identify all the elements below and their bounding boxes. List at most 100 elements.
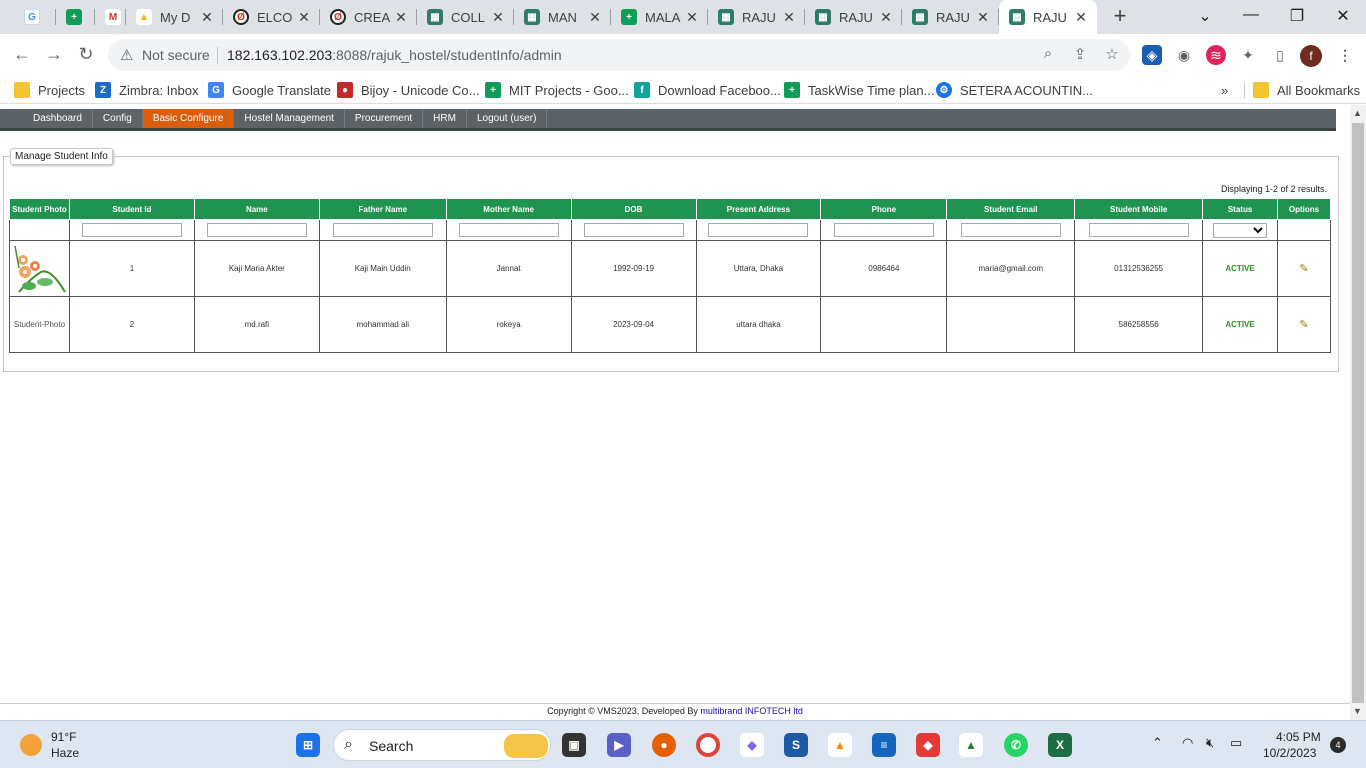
browser-tab[interactable]: + [56,0,95,34]
filter-input[interactable] [833,223,934,237]
browser-tab[interactable]: ▦ COLL ✕ [417,0,514,34]
speaker-muted-icon[interactable]: 🔇︎ [1206,735,1214,751]
close-tab-icon[interactable]: ✕ [977,9,989,26]
weather-condition[interactable]: Haze [51,746,79,760]
menu-item-procurement[interactable]: Procurement [345,109,424,128]
more-bookmarks-button[interactable]: » [1221,80,1228,100]
excel-icon[interactable]: X [1048,733,1072,757]
whatsapp-icon[interactable]: ✆ [1004,733,1028,757]
edit-pencil-icon[interactable]: ✎ [1299,319,1308,331]
close-window-button[interactable]: ✕ [1333,6,1353,26]
address-bar[interactable]: ⚠ Not secure 182.163.102.203:8088/rajuk_… [108,39,1130,71]
new-tab-button[interactable]: + [1109,5,1131,28]
filter-input[interactable] [458,223,559,237]
task-view-icon[interactable]: ▣ [562,733,586,757]
close-tab-icon[interactable]: ✕ [395,9,407,26]
clock-date[interactable]: 10/2/2023 [1263,746,1316,760]
recorder-extension-icon[interactable]: ≋ [1206,45,1226,65]
forward-button[interactable]: → [43,44,65,65]
maximize-button[interactable]: ❐ [1287,6,1307,26]
scroll-up-icon[interactable]: ▲ [1353,108,1362,118]
bookmark-star-icon[interactable]: ☆ [1102,45,1122,63]
bitwarden-extension-icon[interactable]: ◈ [1142,45,1162,65]
security-label[interactable]: Not secure [142,47,210,63]
bookmark-item[interactable]: G Google Translate [208,80,331,100]
all-bookmarks-button[interactable]: All Bookmarks [1253,80,1360,100]
weather-temperature[interactable]: 91°F [51,730,76,744]
close-tab-icon[interactable]: ✕ [492,9,504,26]
scrollbar-thumb[interactable] [1352,123,1364,703]
windows-start-icon[interactable]: ⊞ [296,733,320,757]
scroll-down-icon[interactable]: ▼ [1353,706,1362,716]
browser-tab[interactable]: ▲ My D ✕ [126,0,223,34]
close-tab-icon[interactable]: ✕ [1075,9,1087,26]
menu-item-logout-user[interactable]: Logout (user) [467,109,548,128]
page-scrollbar[interactable]: ▲ ▼ [1350,105,1366,720]
screenshot-extension-icon[interactable]: ◉ [1174,45,1194,65]
clock-time[interactable]: 4:05 PM [1276,730,1321,744]
edit-pencil-icon[interactable]: ✎ [1299,263,1308,275]
chrome-icon[interactable] [696,733,720,757]
sublime-icon[interactable]: S [784,733,808,757]
browser-menu-icon[interactable]: ⋮ [1335,45,1355,65]
browser-tab[interactable]: Ø CREA ✕ [320,0,417,34]
bookmark-item[interactable]: f Download Faceboo... [634,80,781,100]
taskbar-search-box[interactable]: ⌕ Search [333,729,551,761]
browser-tab[interactable]: + MALA ✕ [611,0,708,34]
close-tab-icon[interactable]: ✕ [589,9,601,26]
browser-tab[interactable]: M [95,0,126,34]
menu-item-basic-configure[interactable]: Basic Configure [142,109,235,128]
back-button[interactable]: ← [11,44,33,65]
close-tab-icon[interactable]: ✕ [880,9,892,26]
filter-input[interactable] [583,223,684,237]
status-filter-select[interactable] [1213,222,1268,238]
notification-badge[interactable]: 4 [1330,737,1346,753]
close-tab-icon[interactable]: ✕ [201,9,213,26]
bookmark-item[interactable]: ⚙ SETERA ACOUNTIN... [936,80,1093,100]
tab-search-icon[interactable]: ⌄ [1195,6,1215,26]
vlc-icon[interactable]: ▲ [828,733,852,757]
browser-tab[interactable]: ▦ RAJU ✕ [805,0,902,34]
menu-item-hrm[interactable]: HRM [423,109,467,128]
battery-icon[interactable]: ▭ [1230,735,1242,751]
browser-tab[interactable]: ▦ RAJU ✕ [902,0,999,34]
reload-button[interactable]: ↻ [75,44,97,65]
extensions-puzzle-icon[interactable]: ✦ [1238,45,1258,65]
warning-icon[interactable]: ⚠ [120,46,133,64]
close-tab-icon[interactable]: ✕ [298,9,310,26]
browser-tab[interactable]: ▦ RAJU ✕ [708,0,805,34]
filter-input[interactable] [332,223,433,237]
bookmark-item[interactable]: Z Zimbra: Inbox [95,80,198,100]
share-icon[interactable]: ⇪ [1070,45,1090,63]
menu-item-hostel-management[interactable]: Hostel Management [234,109,345,128]
meet-icon[interactable]: ▶ [607,733,631,757]
developer-link[interactable]: multibrand INFOTECH ltd [700,706,803,716]
filter-input[interactable] [960,223,1061,237]
tab-active[interactable]: ▦ RAJU ✕ [999,0,1097,34]
zoom-icon[interactable]: ⌕ [1038,45,1058,62]
side-panel-icon[interactable]: ▯ [1270,45,1290,65]
close-tab-icon[interactable]: ✕ [783,9,795,26]
notepad-icon[interactable]: ≡ [872,733,896,757]
anydesk-icon[interactable]: ◆ [916,733,940,757]
tray-overflow-icon[interactable]: ⌃ [1152,735,1163,751]
bookmark-item[interactable]: + TaskWise Time plan... [784,80,934,100]
browser-tab[interactable]: G [14,0,56,34]
firefox-icon[interactable]: ● [652,733,676,757]
close-tab-icon[interactable]: ✕ [686,9,698,26]
filter-input[interactable] [1088,223,1189,237]
photo-app-icon[interactable]: ▲ [959,733,983,757]
clickup-icon[interactable]: ◆ [740,733,764,757]
url-text[interactable]: 182.163.102.203:8088/rajuk_hostel/studen… [227,47,562,63]
wifi-icon[interactable]: ◠ [1182,735,1193,751]
weather-haze-icon[interactable] [20,734,42,756]
profile-avatar[interactable]: f [1300,45,1322,67]
bookmark-item[interactable]: Projects [14,80,85,100]
menu-item-config[interactable]: Config [93,109,143,128]
bookmark-item[interactable]: + MIT Projects - Goo... [485,80,629,100]
filter-input[interactable] [81,223,182,237]
filter-input[interactable] [206,223,307,237]
browser-tab[interactable]: ▦ MAN ✕ [514,0,611,34]
browser-tab[interactable]: Ø ELCO ✕ [223,0,320,34]
filter-input[interactable] [708,223,809,237]
